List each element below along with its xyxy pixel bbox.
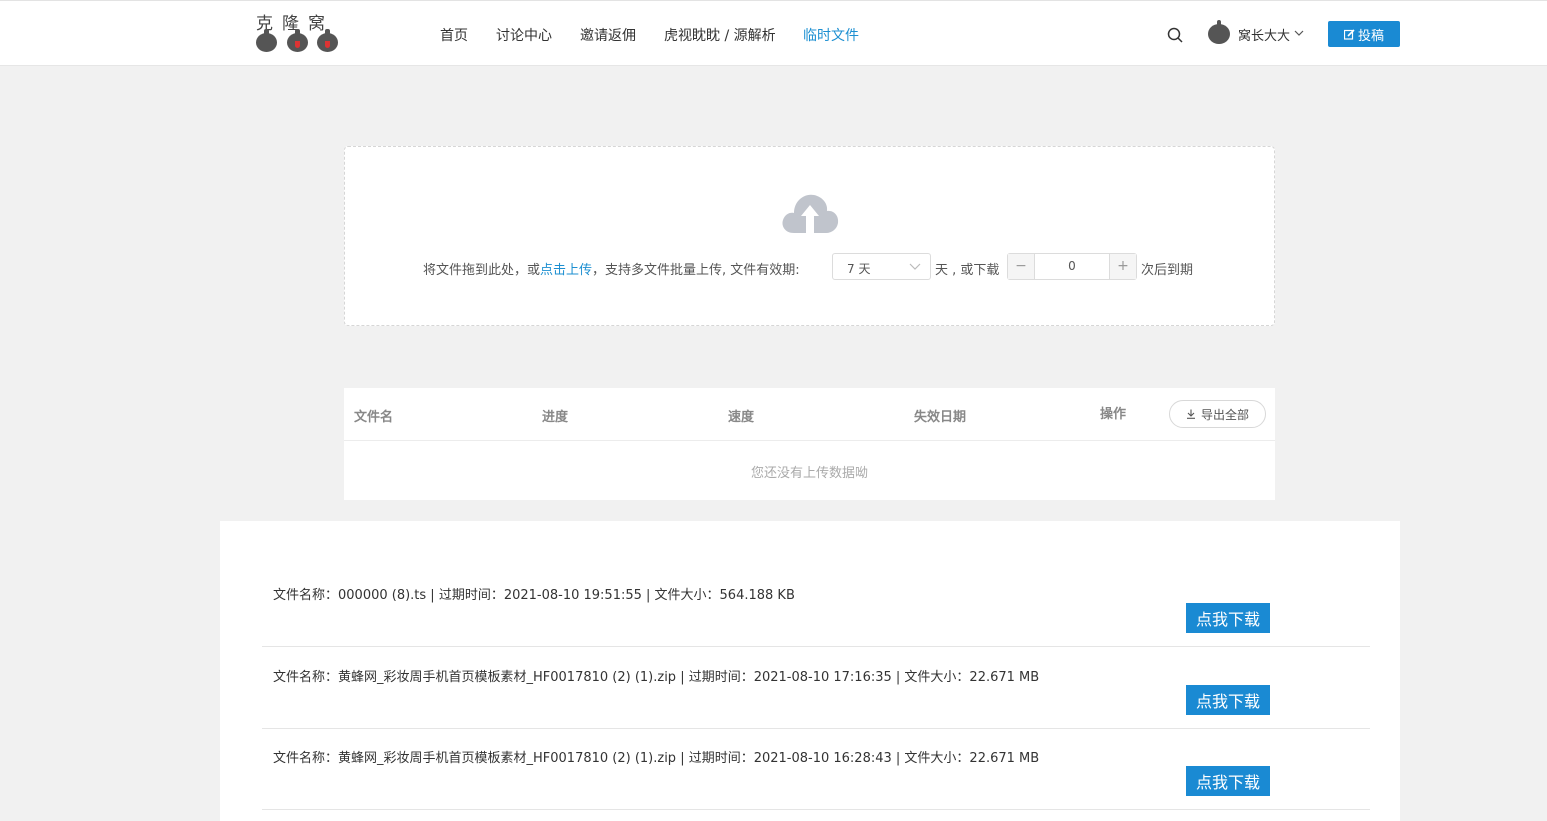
validity-select[interactable]: 7 天	[832, 253, 931, 280]
site-logo[interactable]: 克隆窝	[254, 9, 344, 57]
download-count-stepper[interactable]: − 0 +	[1007, 253, 1137, 280]
edit-icon	[1343, 28, 1355, 40]
nav-temp-files[interactable]: 临时文件	[803, 25, 859, 45]
nav-discussion[interactable]: 讨论中心	[496, 25, 552, 45]
column-progress: 进度	[542, 410, 569, 425]
list-item: 文件名称：黄蜂网_彩妆周手机首页模板素材_HF0017810 (2) (1).z…	[262, 728, 1370, 810]
chevron-down-icon	[909, 263, 921, 270]
file-info: 文件名称：黄蜂网_彩妆周手机首页模板素材_HF0017810 (2) (1).z…	[273, 670, 1040, 685]
validity-select-value: 7 天	[847, 262, 871, 276]
export-all-label: 导出全部	[1200, 407, 1249, 422]
nav-source-analysis[interactable]: 虎视眈眈 / 源解析	[664, 25, 776, 45]
expire-label: 次后到期	[1141, 263, 1194, 278]
upload-table: 文件名 进度 速度 失效日期 操作 导出全部 您还没有上传数据呦	[344, 388, 1275, 500]
file-list: 文件名称：000000 (8).ts | 过期时间：2021-08-10 19:…	[220, 521, 1400, 821]
download-button[interactable]: 点我下载	[1186, 603, 1270, 633]
download-icon	[1186, 409, 1195, 419]
nav-invite[interactable]: 邀请返佣	[580, 25, 636, 45]
table-header: 文件名 进度 速度 失效日期 操作 导出全部	[344, 388, 1275, 441]
click-upload-link[interactable]: 点击上传	[540, 263, 592, 278]
avatar[interactable]	[1208, 20, 1230, 44]
empty-message: 您还没有上传数据呦	[750, 466, 868, 481]
post-button[interactable]: 投稿	[1328, 21, 1400, 47]
column-actions: 操作	[1100, 407, 1127, 422]
column-filename: 文件名	[354, 410, 394, 425]
upload-dropzone[interactable]: 将文件拖到此处，或点击上传，支持多文件批量上传, 文件有效期: 7 天 天 , …	[344, 146, 1275, 326]
list-item: 文件名称：黄蜂网_彩妆周手机首页模板素材_HF0017810 (2) (1).z…	[262, 647, 1370, 729]
upload-options: 将文件拖到此处，或点击上传，支持多文件批量上传, 文件有效期: 7 天 天 , …	[345, 253, 1276, 281]
download-button[interactable]: 点我下载	[1186, 685, 1270, 715]
column-expire-date: 失效日期	[914, 410, 967, 425]
file-info: 文件名称：000000 (8).ts | 过期时间：2021-08-10 19:…	[273, 588, 795, 603]
file-info: 文件名称：黄蜂网_彩妆周手机首页模板素材_HF0017810 (2) (1).z…	[273, 751, 1040, 766]
upload-instructions: 将文件拖到此处，或点击上传，支持多文件批量上传, 文件有效期:	[423, 263, 800, 278]
export-all-button[interactable]: 导出全部	[1169, 400, 1266, 428]
decrement-button[interactable]: −	[1008, 254, 1035, 279]
list-item: 文件名称：000000 (8).ts | 过期时间：2021-08-10 19:…	[262, 565, 1370, 647]
post-button-label: 投稿	[1357, 28, 1384, 44]
nav-home[interactable]: 首页	[440, 25, 468, 45]
increment-button[interactable]: +	[1109, 254, 1136, 279]
username[interactable]: 窝长大大	[1238, 25, 1290, 44]
cloud-upload-icon	[782, 194, 839, 233]
days-label: 天 , 或下载	[935, 263, 1000, 278]
search-icon[interactable]	[1167, 27, 1183, 43]
column-speed: 速度	[728, 410, 755, 425]
download-count-input[interactable]: 0	[1035, 254, 1109, 279]
top-header: 克隆窝 首页 讨论中心 邀请返佣 虎视眈眈 / 源解析 临时文件 窝长大大 投稿	[0, 0, 1547, 66]
download-button[interactable]: 点我下载	[1186, 766, 1270, 796]
chevron-down-icon[interactable]	[1294, 28, 1304, 38]
